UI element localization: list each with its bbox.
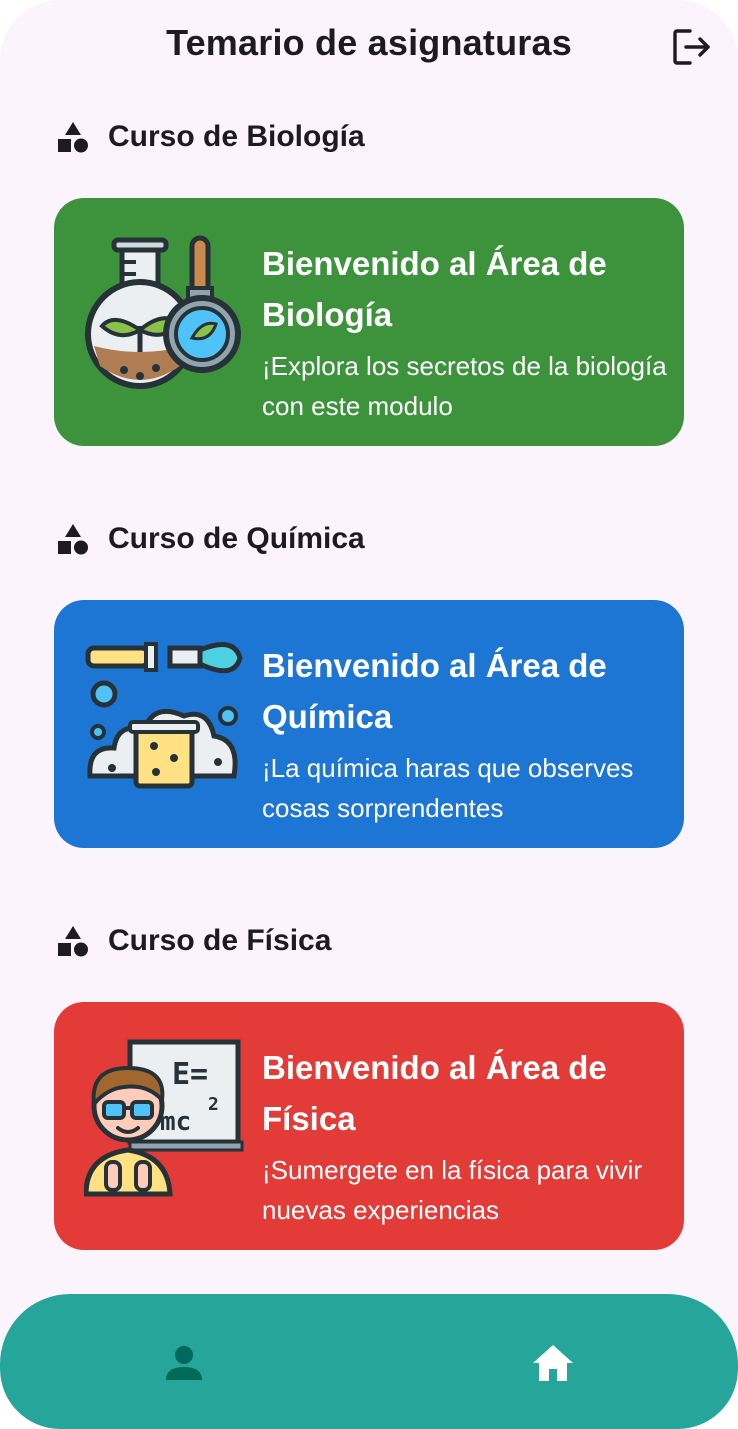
app-screen: Temario de asignaturas Curso de Biología <box>0 0 738 1429</box>
svg-text:mc: mc <box>160 1107 191 1137</box>
card-title: Bienvenido al Área de Física <box>262 1049 607 1137</box>
biology-flask-magnifier-icon <box>85 235 241 389</box>
card-title: Bienvenido al Área de Química <box>262 647 607 735</box>
section-heading-label: Curso de Química <box>108 522 365 555</box>
section-heading-fisica: Curso de Física <box>56 921 331 961</box>
section-heading-label: Curso de Biología <box>108 120 365 153</box>
svg-text:E=: E= <box>172 1057 208 1092</box>
card-description: ¡La química haras que observes cosas sor… <box>262 753 634 823</box>
home-icon <box>533 1345 573 1381</box>
chemistry-beaker-icon <box>85 642 243 789</box>
person-icon <box>166 1346 202 1380</box>
category-shapes-icon <box>58 122 88 153</box>
nav-profile-button[interactable] <box>160 1340 208 1388</box>
card-fisica[interactable]: E= mc 2 Bienvenido al Área de Física ¡Su… <box>54 1002 684 1250</box>
logout-button[interactable] <box>672 28 712 66</box>
logout-icon <box>673 29 710 65</box>
category-shapes-icon <box>58 926 88 957</box>
category-shapes-icon <box>58 524 88 555</box>
section-heading-biologia: Curso de Biología <box>56 117 365 157</box>
bottom-navigation-bar <box>0 1294 738 1429</box>
card-biologia[interactable]: Bienvenido al Área de Biología ¡Explora … <box>54 198 684 446</box>
physics-teacher-icon: E= mc 2 <box>84 1039 244 1197</box>
card-description: ¡Sumergete en la física para vivir nueva… <box>262 1155 643 1225</box>
section-heading-label: Curso de Física <box>108 924 332 957</box>
card-description: ¡Explora los secretos de la biología con… <box>262 351 667 421</box>
nav-home-button[interactable] <box>529 1340 577 1388</box>
card-title: Bienvenido al Área de Biología <box>262 245 607 333</box>
card-quimica[interactable]: Bienvenido al Área de Química ¡La químic… <box>54 600 684 848</box>
svg-text:2: 2 <box>208 1094 219 1115</box>
section-heading-quimica: Curso de Química <box>56 519 365 559</box>
page-title: Temario de asignaturas <box>166 22 572 63</box>
